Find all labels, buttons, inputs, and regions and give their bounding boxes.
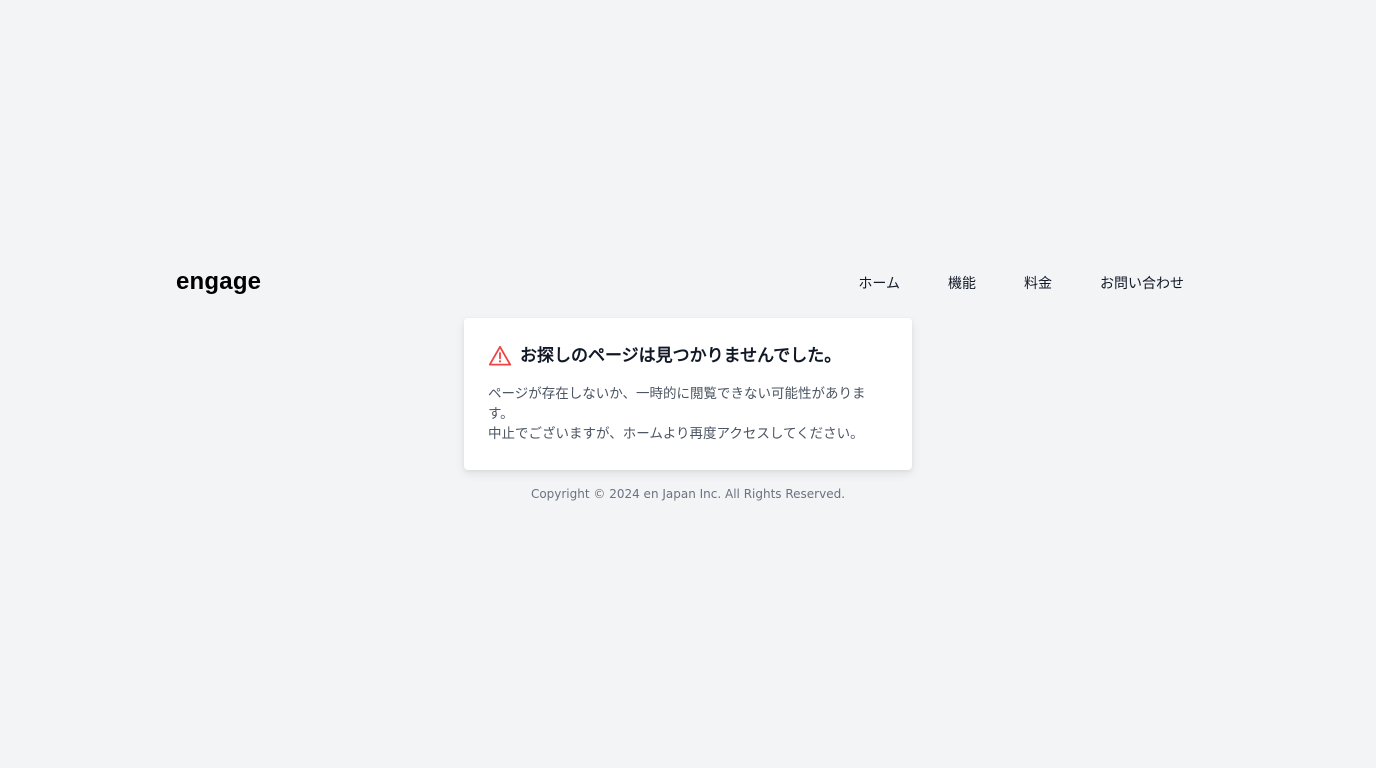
nav-item-features[interactable]: 機能 [948,274,976,294]
error-card: お探しのページは見つかりませんでした。 ページが存在しないか、一時的に閲覧できな… [464,318,912,470]
site-header: engage ホーム 機能 料金 お問い合わせ [176,264,1200,304]
error-message: ページが存在しないか、一時的に閲覧できない可能性があります。 中止でございますが… [488,384,888,444]
error-title: お探しのページは見つかりませんでした。 [520,346,842,366]
nav-item-contact[interactable]: お問い合わせ [1100,274,1184,294]
footer-copyright: Copyright © 2024 en Japan Inc. All Right… [530,487,846,501]
error-message-line2: 中止でございますが、ホームより再度アクセスしてください。 [488,426,864,442]
nav-item-home[interactable]: ホーム [858,274,900,294]
error-message-line1: ページが存在しないか、一時的に閲覧できない可能性があります。 [488,386,866,422]
logo[interactable]: engage [176,267,261,297]
error-title-row: お探しのページは見つかりませんでした。 [488,342,888,370]
main-nav: ホーム 機能 料金 お問い合わせ [858,274,1184,294]
nav-item-pricing[interactable]: 料金 [1024,274,1052,294]
warning-triangle-icon [488,344,512,368]
page: engage ホーム 機能 料金 お問い合わせ お探しのページは見つかりませんで… [0,0,1376,768]
